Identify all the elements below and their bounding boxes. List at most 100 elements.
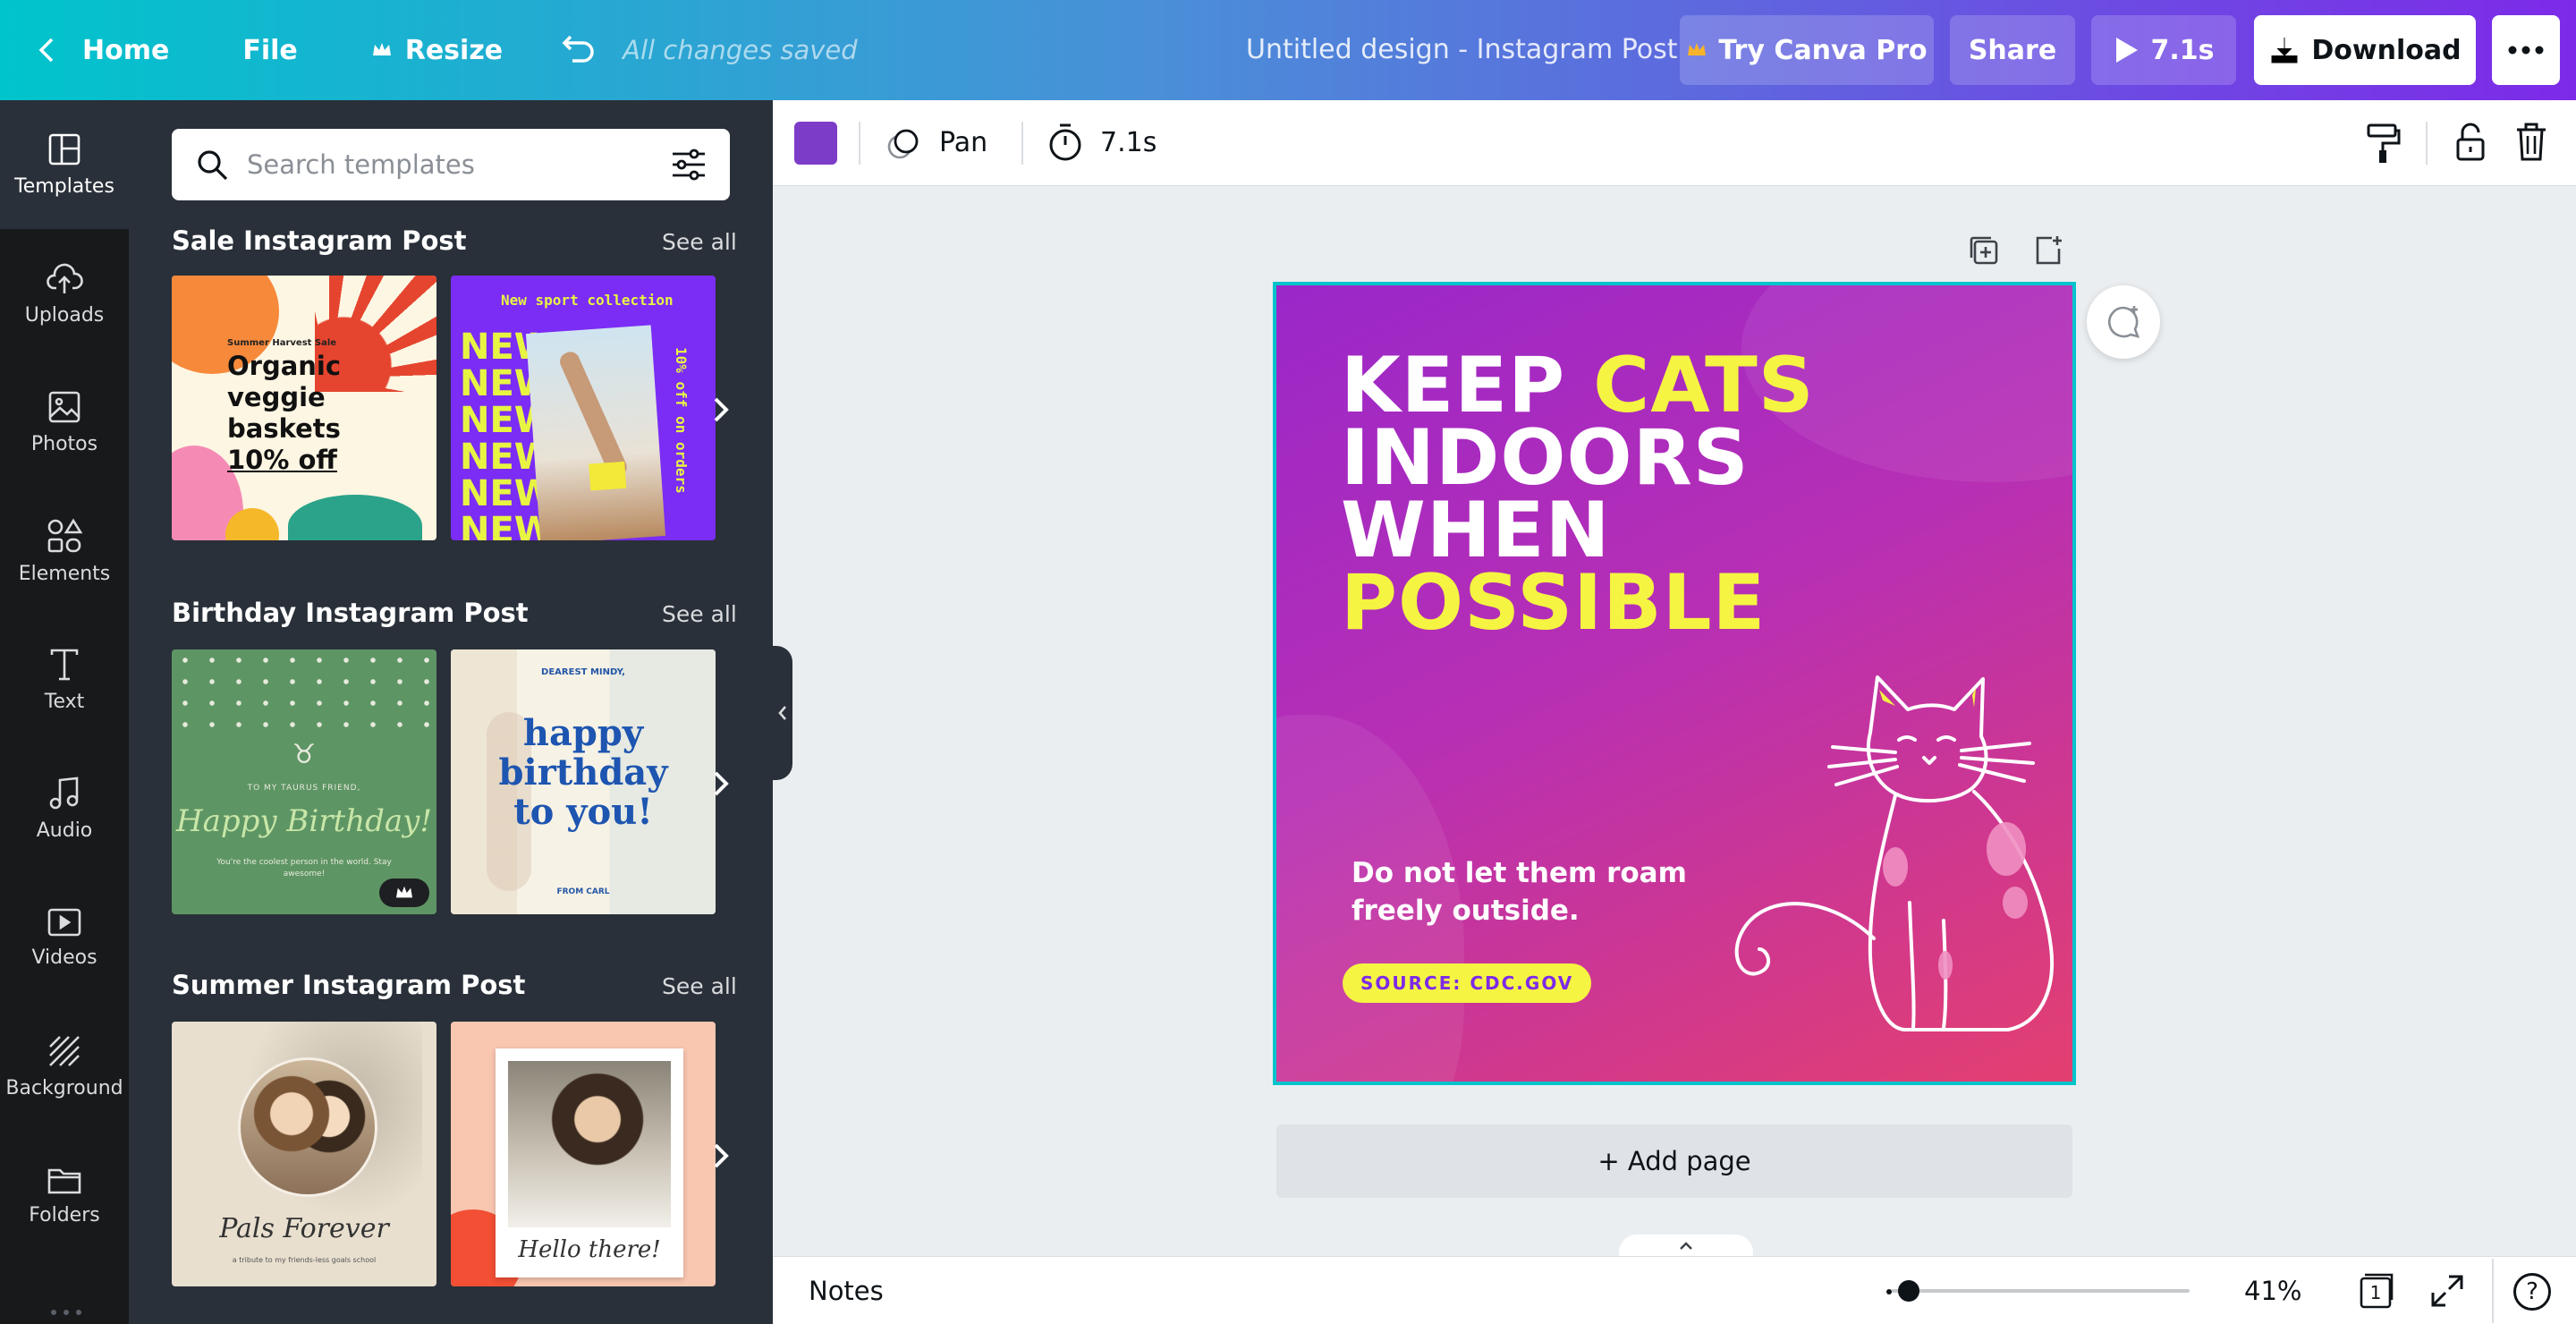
crown-icon bbox=[396, 886, 412, 898]
unlock-icon[interactable] bbox=[2454, 122, 2487, 163]
search-input[interactable] bbox=[247, 149, 653, 180]
template-thumbnail[interactable]: Summer Harvest Sale Organic veggie baske… bbox=[172, 276, 436, 540]
chevron-right-icon bbox=[714, 1143, 729, 1168]
next-arrow-button[interactable] bbox=[707, 766, 733, 802]
duplicate-page-button[interactable] bbox=[1968, 234, 2004, 270]
rail-label: Uploads bbox=[24, 303, 105, 327]
thumb-foot-text: a tribute to my friends-less goals schoo… bbox=[232, 1256, 377, 1264]
chevron-right-icon bbox=[714, 397, 729, 422]
resize-label: Resize bbox=[404, 34, 504, 66]
design-canvas[interactable]: KEEP CATS INDOORS WHEN POSSIBLE Do not l… bbox=[1273, 282, 2076, 1085]
color-swatch-button[interactable] bbox=[794, 122, 837, 165]
pan-label[interactable]: Pan bbox=[939, 100, 987, 186]
notes-button[interactable]: Notes bbox=[809, 1257, 884, 1324]
search-box bbox=[172, 129, 730, 200]
editor-toolbar: Pan 7.1s bbox=[773, 100, 2576, 186]
cat-illustration[interactable] bbox=[1720, 670, 2060, 1037]
thumb-script-text: Pals Forever bbox=[219, 1213, 389, 1244]
rail-item-folders[interactable]: Folders bbox=[0, 1131, 129, 1260]
page-count-button[interactable]: 1 bbox=[2356, 1271, 2395, 1311]
help-button[interactable]: ? bbox=[2513, 1273, 2551, 1311]
background-icon bbox=[49, 1035, 80, 1066]
collapse-panel-button[interactable] bbox=[773, 646, 792, 780]
thumb-foot-text: You're the coolest person in the world. … bbox=[216, 858, 392, 878]
see-all-link[interactable]: See all bbox=[662, 973, 737, 999]
rail-item-uploads[interactable]: Uploads bbox=[0, 229, 129, 358]
template-thumbnail[interactable]: Hello there! bbox=[451, 1022, 716, 1286]
footer-bar: Notes 41% 1 ? bbox=[773, 1256, 2576, 1324]
try-canva-pro-button[interactable]: Try Canva Pro bbox=[1680, 15, 1934, 85]
rail-label: Photos bbox=[30, 432, 98, 455]
play-button[interactable]: 7.1s bbox=[2091, 15, 2236, 85]
upload-cloud-icon bbox=[47, 263, 83, 293]
thumb-line: 10% off bbox=[227, 445, 337, 475]
toolbar-divider bbox=[2426, 122, 2428, 165]
toolbar-divider bbox=[1021, 122, 1023, 165]
headline-line-highlight: POSSIBLE bbox=[1341, 558, 1767, 648]
template-thumbnail[interactable]: ♉ TO MY TAURUS FRIEND, Happy Birthday! Y… bbox=[172, 649, 436, 914]
fullscreen-icon[interactable] bbox=[2429, 1273, 2465, 1309]
next-arrow-button[interactable] bbox=[707, 1138, 733, 1174]
add-comment-button[interactable] bbox=[2087, 285, 2160, 359]
polaroid-frame: Hello there! bbox=[496, 1048, 683, 1277]
thumb-line: baskets bbox=[227, 413, 341, 444]
see-all-link[interactable]: See all bbox=[662, 229, 737, 255]
timing-label[interactable]: 7.1s bbox=[1100, 100, 1157, 186]
filter-icon[interactable] bbox=[671, 149, 707, 181]
add-page-icon-button[interactable] bbox=[2032, 234, 2068, 270]
chevron-left-icon bbox=[778, 706, 786, 720]
undo-icon bbox=[562, 35, 594, 63]
home-button[interactable]: Home bbox=[0, 0, 189, 100]
headline-line: INDOORS bbox=[1341, 413, 1750, 503]
headline-text[interactable]: KEEP CATS INDOORS WHEN POSSIBLE bbox=[1341, 347, 1815, 648]
rail-item-videos[interactable]: Videos bbox=[0, 873, 129, 1002]
section-title: Birthday Instagram Post bbox=[172, 598, 529, 628]
thumb-top-text: New sport collection bbox=[501, 292, 674, 309]
rail-item-background[interactable]: Background bbox=[0, 1002, 129, 1131]
body-text[interactable]: Do not let them roam freely outside. bbox=[1352, 854, 1709, 929]
shapes-icon bbox=[47, 518, 83, 552]
show-pages-tab[interactable] bbox=[1619, 1235, 1753, 1258]
thumb-script-text: Hello there! bbox=[518, 1236, 661, 1263]
footer-divider bbox=[2492, 1259, 2494, 1323]
file-label: File bbox=[242, 34, 298, 66]
rail-label: Audio bbox=[36, 819, 93, 842]
rail-item-text[interactable]: Text bbox=[0, 615, 129, 744]
download-button[interactable]: Download bbox=[2254, 15, 2476, 85]
play-icon bbox=[2116, 38, 2139, 63]
headline-line: WHEN bbox=[1341, 486, 1611, 575]
file-menu[interactable]: File bbox=[223, 0, 317, 100]
portrait-photo bbox=[508, 1061, 671, 1227]
template-thumbnail[interactable]: DEAREST MINDY, happy birthday to you! FR… bbox=[451, 649, 716, 914]
source-badge[interactable]: SOURCE: CDC.GOV bbox=[1343, 963, 1592, 1003]
zoom-level[interactable]: 41% bbox=[2244, 1257, 2301, 1324]
trash-icon[interactable] bbox=[2515, 122, 2547, 163]
share-button[interactable]: Share bbox=[1950, 15, 2075, 85]
next-arrow-button[interactable] bbox=[707, 392, 733, 428]
duplicate-icon bbox=[1970, 236, 1998, 265]
timer-icon[interactable] bbox=[1046, 122, 1084, 163]
zoom-slider-track[interactable] bbox=[1891, 1289, 2190, 1293]
thumb-line: veggie bbox=[227, 382, 326, 412]
more-options-button[interactable] bbox=[2492, 15, 2560, 85]
resize-button[interactable]: Resize bbox=[352, 0, 522, 100]
rail-label: Folders bbox=[29, 1203, 100, 1226]
pan-animation-icon[interactable] bbox=[886, 127, 921, 161]
chevron-right-icon bbox=[714, 771, 729, 796]
rail-item-photos[interactable]: Photos bbox=[0, 358, 129, 487]
template-thumbnail[interactable]: New sport collection NEW NEW NEW NEW NEW… bbox=[451, 276, 716, 540]
friends-photo bbox=[238, 1057, 377, 1197]
rail-more-icon[interactable] bbox=[48, 1303, 84, 1315]
rail-item-elements[interactable]: Elements bbox=[0, 487, 129, 615]
section-title: Summer Instagram Post bbox=[172, 970, 526, 1000]
document-title[interactable]: Untitled design - Instagram Post bbox=[1246, 0, 1678, 100]
see-all-link[interactable]: See all bbox=[662, 601, 737, 627]
templates-icon bbox=[48, 133, 80, 165]
paint-roller-icon[interactable] bbox=[2365, 122, 2401, 165]
add-page-button[interactable]: + Add page bbox=[1276, 1125, 2072, 1198]
zoom-slider-handle[interactable] bbox=[1898, 1280, 1919, 1302]
rail-item-audio[interactable]: Audio bbox=[0, 744, 129, 873]
undo-button[interactable] bbox=[540, 0, 615, 100]
template-thumbnail[interactable]: Pals Forever a tribute to my friends-les… bbox=[172, 1022, 436, 1286]
rail-item-templates[interactable]: Templates bbox=[0, 100, 129, 229]
